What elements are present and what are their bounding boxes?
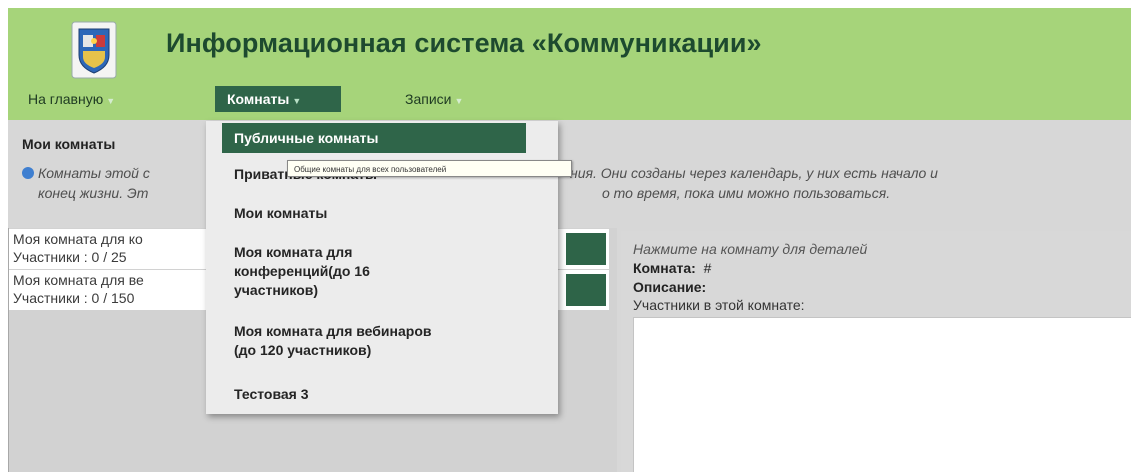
chevron-down-icon: ▼ bbox=[292, 96, 302, 106]
emblem-logo-icon bbox=[71, 21, 117, 79]
room-participants: Участники : 0 / 25 bbox=[13, 249, 127, 265]
menu-item-my-rooms[interactable]: Мои комнаты bbox=[234, 204, 327, 223]
chevron-down-icon: ▼ bbox=[106, 96, 116, 106]
details-hint: Нажмите на комнату для деталей bbox=[633, 241, 868, 257]
menu-home-label: На главную bbox=[28, 91, 104, 107]
enter-room-button[interactable] bbox=[566, 274, 606, 306]
details-participants-label: Участники в этой комнате: bbox=[633, 297, 805, 313]
app-frame: Информационная система «Коммуникации» На… bbox=[8, 8, 1131, 472]
room-participants: Участники : 0 / 150 bbox=[13, 290, 135, 306]
participants-list bbox=[633, 317, 1131, 472]
menu-item-public-rooms[interactable]: Публичные комнаты bbox=[222, 123, 526, 153]
room-name: Моя комната для ве bbox=[13, 272, 144, 288]
room-name: Моя комната для ко bbox=[13, 231, 143, 247]
info-line-2-end: о то время, пока ими можно пользоваться. bbox=[602, 185, 891, 201]
menu-records-label: Записи bbox=[405, 91, 452, 107]
enter-room-button[interactable] bbox=[566, 233, 606, 265]
menu-item-conference-room[interactable]: Моя комната для конференций(до 16 участн… bbox=[234, 243, 370, 300]
menu-rooms-label: Комнаты bbox=[227, 91, 290, 107]
details-room: Комната: # bbox=[633, 260, 712, 276]
info-line-1-start: Комнаты этой с bbox=[22, 165, 150, 181]
details-description: Описание: bbox=[633, 279, 707, 295]
chevron-down-icon: ▼ bbox=[454, 96, 464, 106]
app-title: Информационная система «Коммуникации» bbox=[166, 28, 762, 58]
menu-item-webinar-room[interactable]: Моя комната для вебинаров (до 120 участн… bbox=[234, 322, 431, 360]
section-title: Мои комнаты bbox=[22, 136, 116, 152]
info-icon bbox=[22, 167, 34, 179]
header: Информационная система «Коммуникации» На… bbox=[8, 8, 1131, 120]
menu-item-test-3[interactable]: Тестовая 3 bbox=[234, 385, 309, 404]
menu-records[interactable]: Записи ▼ bbox=[405, 86, 463, 112]
room-details: Нажмите на комнату для деталей Комната: … bbox=[621, 231, 1131, 472]
info-line-1-end: ния. Они созданы через календарь, у них … bbox=[570, 165, 938, 181]
tooltip: Общие комнаты для всех пользователей bbox=[287, 160, 572, 177]
info-line-2-start: конец жизни. Эт bbox=[38, 185, 149, 201]
menu-home[interactable]: На главную ▼ bbox=[28, 86, 115, 112]
menu-rooms[interactable]: Комнаты ▼ bbox=[215, 86, 341, 112]
